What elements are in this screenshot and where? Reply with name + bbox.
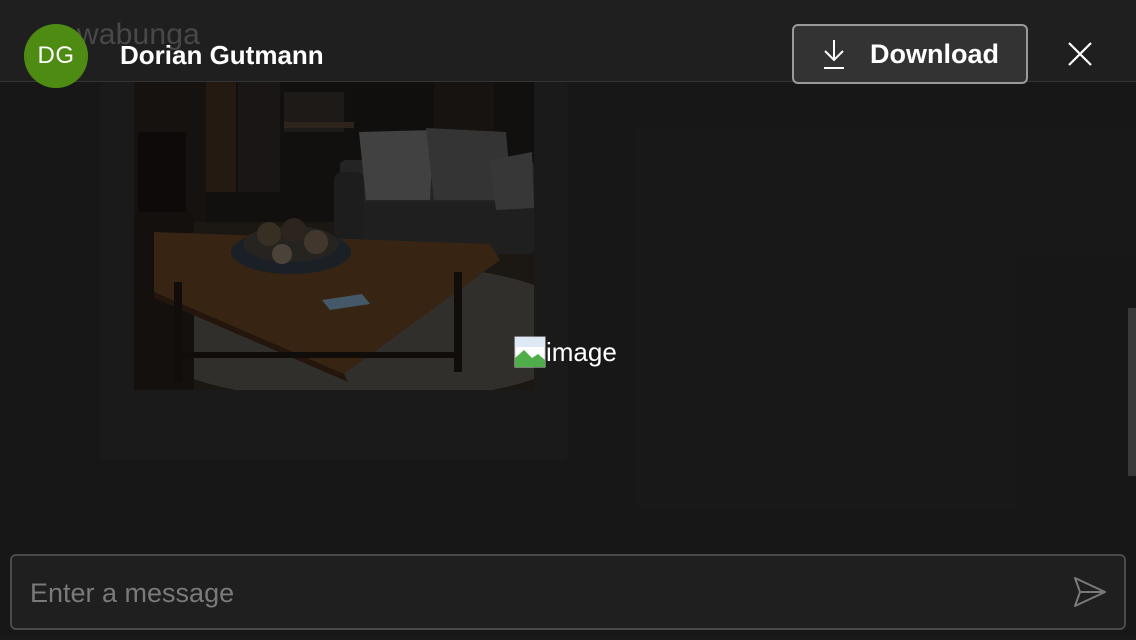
send-button[interactable] — [1070, 574, 1110, 614]
close-icon — [1067, 41, 1093, 72]
broken-image[interactable]: image — [514, 336, 617, 368]
image-alt-text: image — [546, 336, 617, 367]
download-label: Download — [870, 38, 999, 69]
send-icon — [1073, 576, 1107, 613]
chat-background: owabunga — [0, 0, 1136, 640]
close-button[interactable] — [1060, 36, 1100, 76]
broken-image-icon — [514, 336, 546, 368]
living-room-photo[interactable] — [134, 82, 534, 390]
image-viewer-app: owabunga — [0, 0, 1136, 640]
message-composer — [10, 554, 1126, 630]
download-button[interactable]: Download — [792, 24, 1028, 84]
sender-name: Dorian Gutmann — [120, 40, 324, 70]
avatar-initials: DG — [37, 42, 75, 69]
avatar: DG — [24, 24, 88, 88]
download-icon — [820, 38, 848, 70]
scrollbar-thumb[interactable] — [1128, 308, 1136, 476]
message-input[interactable] — [28, 570, 1032, 616]
photo-content — [134, 82, 534, 390]
